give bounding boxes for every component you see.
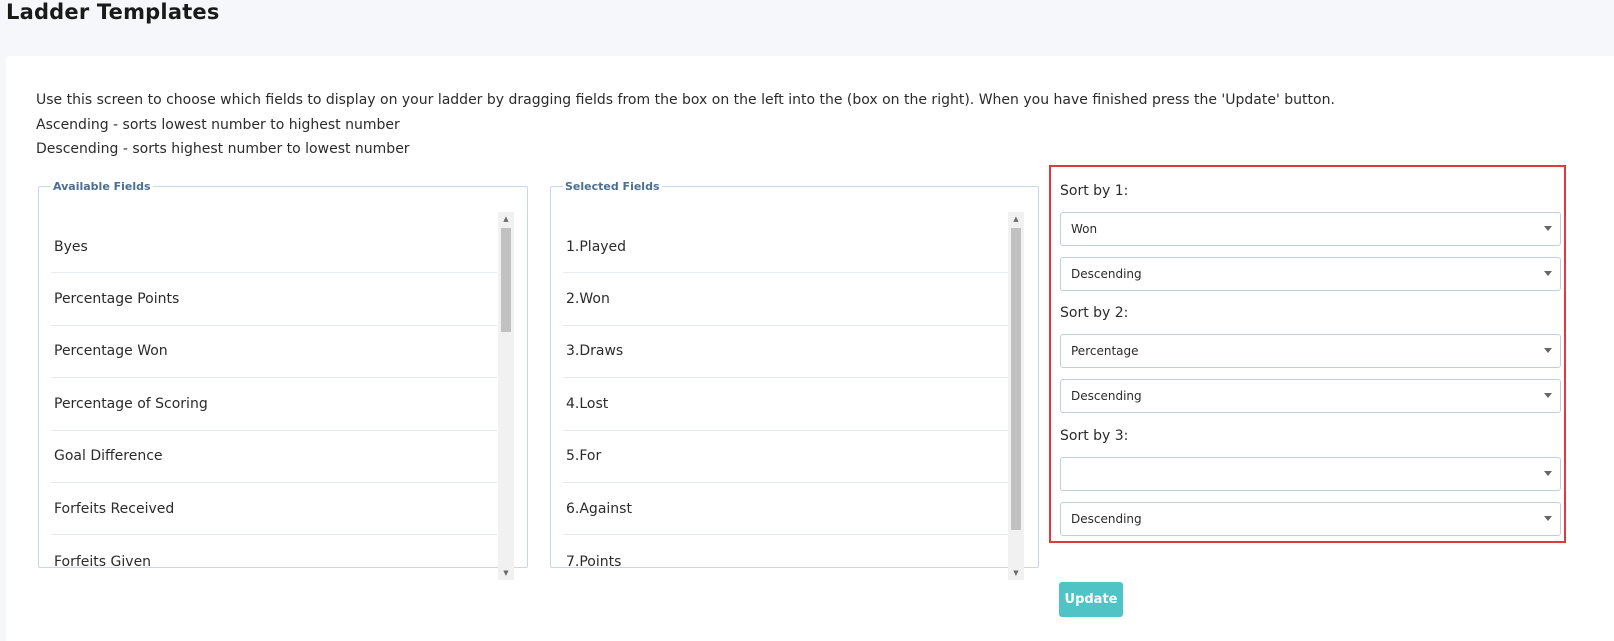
selected-fields-box: Selected Fields 1.Played 2.Won 3.Draws 4… [550, 180, 1039, 570]
instruction-line: Descending - sorts highest number to low… [36, 141, 410, 157]
sort-3-field-select[interactable] [1060, 457, 1561, 491]
instructions: Use this screen to choose which fields t… [36, 88, 1335, 162]
available-fields-box: Available Fields Byes Percentage Points … [38, 180, 528, 570]
selected-fields-list: 1.Played 2.Won 3.Draws 4.Lost 5.For 6.Ag… [563, 221, 1009, 589]
instruction-line: Ascending - sorts lowest number to highe… [36, 116, 400, 133]
sort-2-order-select[interactable]: Descending [1060, 379, 1561, 413]
chevron-down-icon [1544, 271, 1552, 276]
sort-1-order-select[interactable]: Descending [1060, 257, 1561, 291]
sort-2-field-select[interactable]: Percentage [1060, 334, 1561, 368]
instruction-line: Use this screen to choose which fields t… [36, 92, 1335, 108]
chevron-down-icon [1544, 348, 1552, 353]
selected-fields-legend: Selected Fields [565, 180, 660, 193]
page-title: Ladder Templates [6, 0, 220, 24]
scroll-up-icon[interactable]: ▲ [498, 212, 514, 226]
selected-field-item[interactable]: 2.Won [563, 273, 1009, 326]
sort-2-label: Sort by 2: [1060, 305, 1129, 321]
available-field-item[interactable]: Percentage Points [51, 273, 497, 326]
scroll-up-icon[interactable]: ▲ [1008, 212, 1024, 226]
chevron-down-icon [1544, 516, 1552, 521]
available-fields-legend: Available Fields [53, 180, 151, 193]
select-value: Percentage [1071, 344, 1139, 358]
chevron-down-icon [1544, 226, 1552, 231]
selected-field-item[interactable]: 4.Lost [563, 378, 1009, 431]
available-field-item[interactable]: Forfeits Received [51, 483, 497, 536]
sort-options-panel: Sort by 1: Won Descending Sort by 2: Per… [1049, 165, 1566, 543]
scrollbar-thumb[interactable] [1011, 228, 1021, 530]
selected-field-item[interactable]: 3.Draws [563, 326, 1009, 379]
available-field-item[interactable]: Byes [51, 221, 497, 274]
scroll-down-icon[interactable]: ▼ [498, 566, 514, 580]
scrollbar-thumb[interactable] [501, 228, 511, 332]
chevron-down-icon [1544, 393, 1552, 398]
selected-fields-scrollbar[interactable]: ▲ ▼ [1008, 212, 1024, 580]
available-field-item[interactable]: Forfeits Given [51, 535, 497, 587]
select-value: Descending [1071, 512, 1142, 526]
available-fields-list: Byes Percentage Points Percentage Won Pe… [51, 221, 497, 589]
selected-field-item[interactable]: 5.For [563, 431, 1009, 483]
sort-3-order-select[interactable]: Descending [1060, 502, 1561, 536]
select-value: Won [1071, 222, 1098, 236]
available-field-item[interactable]: Percentage of Scoring [51, 378, 497, 431]
chevron-down-icon [1544, 471, 1552, 476]
selected-field-item[interactable]: 7.Points [563, 535, 1009, 587]
available-field-item[interactable]: Percentage Won [51, 326, 497, 379]
select-value: Descending [1071, 389, 1142, 403]
select-value: Descending [1071, 267, 1142, 281]
sort-1-label: Sort by 1: [1060, 183, 1129, 199]
available-field-item[interactable]: Goal Difference [51, 431, 497, 483]
sort-1-field-select[interactable]: Won [1060, 212, 1561, 246]
available-fields-scrollbar[interactable]: ▲ ▼ [498, 212, 514, 580]
update-button[interactable]: Update [1059, 582, 1123, 617]
selected-field-item[interactable]: 1.Played [563, 221, 1009, 274]
sort-3-label: Sort by 3: [1060, 428, 1129, 444]
selected-field-item[interactable]: 6.Against [563, 483, 1009, 536]
scroll-down-icon[interactable]: ▼ [1008, 566, 1024, 580]
